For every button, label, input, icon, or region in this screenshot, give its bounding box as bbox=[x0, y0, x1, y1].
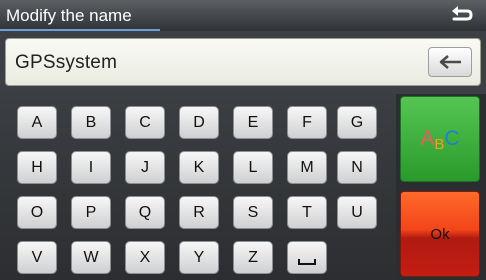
key-k[interactable]: K bbox=[179, 151, 219, 184]
ok-label: Ok bbox=[430, 226, 450, 243]
key-w[interactable]: W bbox=[71, 241, 111, 274]
title-bar: Modify the name bbox=[0, 0, 486, 31]
back-button[interactable] bbox=[448, 4, 474, 26]
space-bar-icon bbox=[298, 259, 316, 265]
key-o[interactable]: O bbox=[17, 196, 57, 229]
key-g[interactable]: G bbox=[337, 106, 377, 139]
backspace-arrow-icon bbox=[439, 55, 461, 69]
rename-screen: Modify the name GPSsystem A B C D E F G … bbox=[0, 0, 486, 280]
return-arrow-icon bbox=[452, 6, 473, 21]
backspace-button[interactable] bbox=[428, 47, 472, 77]
key-r[interactable]: R bbox=[179, 196, 219, 229]
input-bar: GPSsystem bbox=[0, 31, 486, 94]
key-t[interactable]: T bbox=[287, 196, 327, 229]
key-z[interactable]: Z bbox=[233, 241, 273, 274]
space-key[interactable] bbox=[287, 241, 327, 274]
key-q[interactable]: Q bbox=[125, 196, 165, 229]
key-l[interactable]: L bbox=[233, 151, 273, 184]
key-d[interactable]: D bbox=[179, 106, 219, 139]
key-y[interactable]: Y bbox=[179, 241, 219, 274]
key-n[interactable]: N bbox=[337, 151, 377, 184]
name-input-value: GPSsystem bbox=[15, 52, 118, 73]
abc-mode-button[interactable]: ABC bbox=[400, 96, 480, 182]
key-f[interactable]: F bbox=[287, 106, 327, 139]
side-panel: ABC Ok bbox=[396, 94, 486, 280]
key-m[interactable]: M bbox=[287, 151, 327, 184]
name-input[interactable]: GPSsystem bbox=[5, 38, 481, 86]
key-c[interactable]: C bbox=[125, 106, 165, 139]
key-x[interactable]: X bbox=[125, 241, 165, 274]
abc-letter-a: A bbox=[420, 127, 435, 150]
key-v[interactable]: V bbox=[17, 241, 57, 274]
key-p[interactable]: P bbox=[71, 196, 111, 229]
key-s[interactable]: S bbox=[233, 196, 273, 229]
key-e[interactable]: E bbox=[233, 106, 273, 139]
keyboard: A B C D E F G H I J K L M N O P Q R S T … bbox=[0, 94, 396, 280]
abc-letter-c: C bbox=[444, 127, 460, 150]
key-b[interactable]: B bbox=[71, 106, 111, 139]
page-title: Modify the name bbox=[6, 6, 132, 25]
key-h[interactable]: H bbox=[17, 151, 57, 184]
key-i[interactable]: I bbox=[71, 151, 111, 184]
abc-mode-label: ABC bbox=[401, 127, 479, 153]
ok-button[interactable]: Ok bbox=[400, 191, 480, 277]
abc-letter-b: B bbox=[434, 136, 445, 153]
key-a[interactable]: A bbox=[17, 106, 57, 139]
key-j[interactable]: J bbox=[125, 151, 165, 184]
key-u[interactable]: U bbox=[337, 196, 377, 229]
